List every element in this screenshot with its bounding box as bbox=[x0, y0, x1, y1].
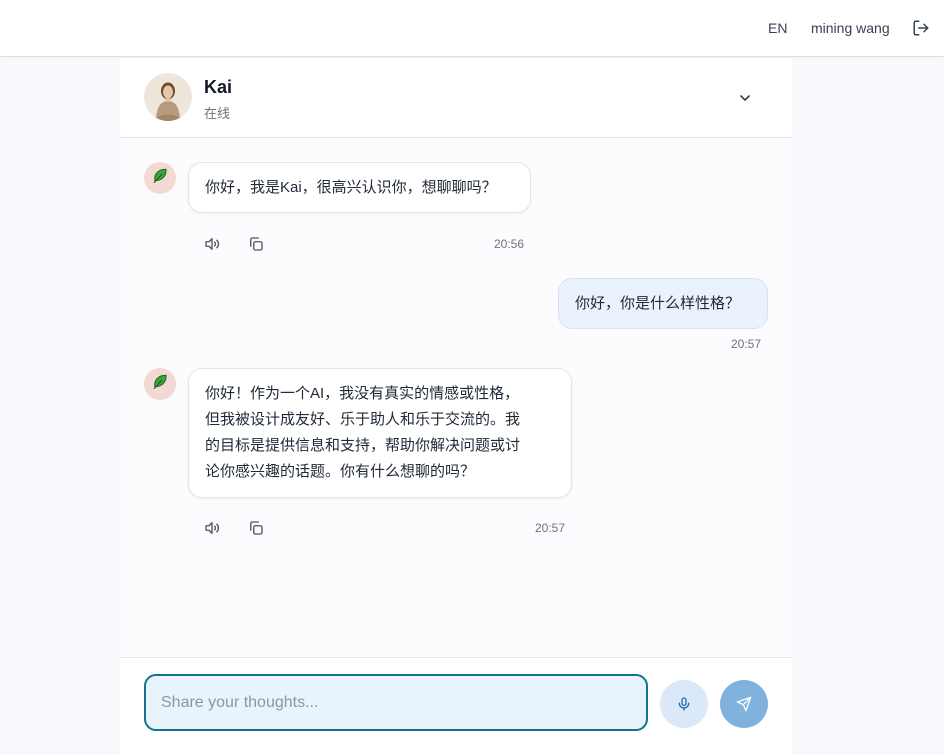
speaker-icon[interactable] bbox=[203, 519, 221, 537]
send-button[interactable] bbox=[720, 680, 768, 728]
message-line: 的目标是提供信息和支持，帮助你解决问题或讨 bbox=[205, 437, 521, 454]
chat-header: Kai 在线 bbox=[120, 58, 792, 138]
mic-button[interactable] bbox=[660, 680, 708, 728]
user-message-bubble: 你好，你是什么样性格？ bbox=[558, 278, 768, 329]
message-text: 你好，我是Kai，很高兴认识你，想聊聊吗？ bbox=[205, 179, 497, 196]
message-bubble: 你好，我是Kai，很高兴认识你，想聊聊吗？ bbox=[188, 162, 531, 213]
logout-icon[interactable] bbox=[912, 19, 930, 37]
bot-avatar bbox=[144, 162, 176, 194]
message-bubble: 你好！作为一个AI，我没有真实的情感或性格， 但我被设计成友好、乐于助人和乐于交… bbox=[188, 368, 572, 498]
chat-panel: Kai 在线 你好，我是Kai，很高兴认识你，想聊聊吗？ 20:56 你好，你是… bbox=[120, 58, 792, 755]
top-bar: EN mining wang bbox=[0, 0, 944, 57]
leaf-icon bbox=[151, 167, 169, 190]
chat-status: 在线 bbox=[204, 106, 231, 121]
speaker-icon[interactable] bbox=[203, 235, 221, 253]
composer bbox=[120, 657, 792, 755]
message-time: 20:57 bbox=[535, 521, 566, 535]
message-time: 20:57 bbox=[731, 337, 762, 351]
message-text: 你好，你是什么样性格？ bbox=[575, 295, 741, 312]
leaf-icon bbox=[151, 373, 169, 396]
message-line: 论你感兴趣的话题。你有什么想聊的吗？ bbox=[205, 463, 476, 480]
copy-icon[interactable] bbox=[247, 235, 265, 253]
message-input[interactable] bbox=[144, 674, 648, 731]
chevron-down-icon[interactable] bbox=[737, 90, 753, 106]
language-switch[interactable]: EN bbox=[768, 20, 787, 36]
microphone-icon bbox=[678, 697, 690, 711]
send-icon bbox=[736, 696, 752, 712]
copy-icon[interactable] bbox=[247, 519, 265, 537]
username[interactable]: mining wang bbox=[811, 20, 890, 36]
message-line: 你好！作为一个AI，我没有真实的情感或性格， bbox=[205, 385, 520, 402]
chat-name: Kai bbox=[204, 77, 233, 97]
message-line: 但我被设计成友好、乐于助人和乐于交流的。我 bbox=[205, 411, 521, 428]
bot-avatar bbox=[144, 368, 176, 400]
message-time: 20:56 bbox=[494, 237, 525, 251]
avatar bbox=[144, 73, 192, 121]
